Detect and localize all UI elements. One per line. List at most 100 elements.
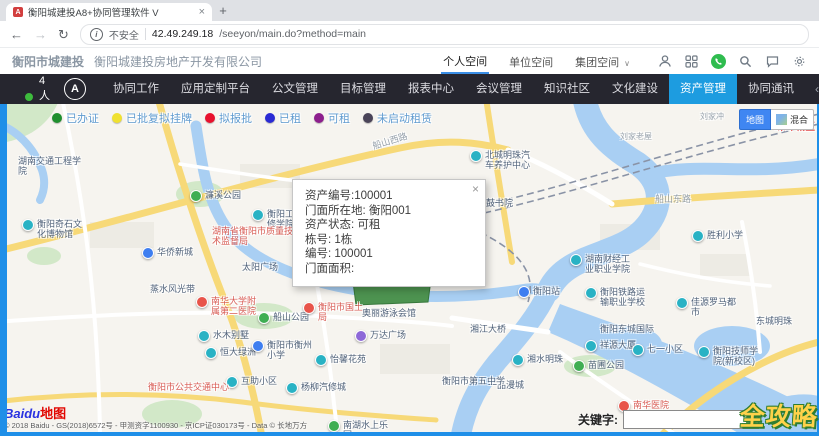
popup-line: 栋号: 1栋 xyxy=(305,233,353,246)
poi-marker-icon[interactable] xyxy=(355,330,367,342)
nav-item-label: 目标管理 xyxy=(340,83,386,95)
poi-text: 万达广场 xyxy=(370,330,407,340)
poi-text: 刘家老屋 xyxy=(620,132,652,141)
keyword-label: 关键字: xyxy=(578,413,618,427)
map-poi-label: 太阳广场 xyxy=(242,262,278,272)
map-poi-label: 怡馨花苑 xyxy=(315,354,366,366)
poi-text: 衡阳奇石文化博物馆 xyxy=(37,219,83,240)
legend-item: 可租 xyxy=(314,110,350,126)
poi-marker-icon[interactable] xyxy=(676,297,688,309)
poi-text: 怡馨花苑 xyxy=(330,354,367,364)
poi-marker-icon[interactable] xyxy=(22,219,34,231)
legend-label: 未启动租赁 xyxy=(377,113,432,125)
assistant-icon[interactable] xyxy=(657,54,672,69)
map-type-control: 地图 混合 xyxy=(738,109,814,130)
map-poi-label: 互助小区 xyxy=(226,376,277,388)
nav-item[interactable]: 资产管理 xyxy=(669,74,737,104)
tab-strip: A 衡阳城建投A8+协同管理软件 V × + xyxy=(0,0,819,21)
settings-gear-icon[interactable] xyxy=(792,54,807,69)
poi-text: 衡阳市第五中学 xyxy=(442,376,506,386)
map-type-hybrid-label: 混合 xyxy=(789,115,808,125)
popup-close-icon[interactable]: × xyxy=(472,183,479,195)
poi-marker-icon[interactable] xyxy=(205,347,217,359)
nav-item[interactable]: 协同工作 xyxy=(102,74,170,104)
poi-marker-icon[interactable] xyxy=(632,344,644,356)
poi-marker-icon[interactable] xyxy=(190,190,202,202)
nav-item[interactable]: 知识社区 xyxy=(533,74,601,104)
poi-text: 湘江大桥 xyxy=(470,324,507,334)
legend-item: 已批复拟挂牌 xyxy=(112,110,192,126)
reload-icon[interactable]: ↻ xyxy=(58,28,69,41)
tab-title: 衡阳城建投A8+协同管理软件 V xyxy=(28,8,159,19)
apps-grid-icon[interactable] xyxy=(684,54,699,69)
map-poi-label: 佳源罗马都市 xyxy=(676,297,742,318)
app-header: 衡阳市城建投 衡阳城建投房地产开发有限公司 个人空间 单位空间 集团空间 ∨ xyxy=(0,48,819,74)
map-poi-label: 衡阳市衡州小学 xyxy=(252,340,318,361)
poi-marker-icon[interactable] xyxy=(573,360,585,372)
poi-marker-icon[interactable] xyxy=(570,254,582,266)
site-info-icon[interactable]: i xyxy=(89,27,103,41)
nav-item[interactable]: 会议管理 xyxy=(465,74,533,104)
nav-item-label: 协同通讯 xyxy=(748,83,794,95)
poi-marker-icon[interactable] xyxy=(518,286,530,298)
online-status-dot xyxy=(24,92,34,102)
poi-marker-icon[interactable] xyxy=(512,354,524,366)
nav-item-label: 文化建设 xyxy=(612,83,658,95)
space-link-unit[interactable]: 单位空间 xyxy=(507,50,555,73)
poi-text: 衡阳东城国际 xyxy=(600,324,655,334)
browser-tab[interactable]: A 衡阳城建投A8+协同管理软件 V × xyxy=(6,3,212,21)
poi-text: 湖南省衡阳市质量技术监督局 xyxy=(212,226,294,247)
nav-prev-icon[interactable]: ‹ xyxy=(815,82,819,96)
map-poi-label: 苗圃公园 xyxy=(573,360,624,372)
map-poi-label: 胜利小学 xyxy=(692,230,743,242)
poi-marker-icon[interactable] xyxy=(252,340,264,352)
url-field[interactable]: i 不安全 42.49.249.18 /seeyon/main.do?metho… xyxy=(79,23,809,45)
user-avatar[interactable] xyxy=(10,78,34,102)
message-icon[interactable] xyxy=(765,54,780,69)
poi-marker-icon[interactable] xyxy=(258,312,270,324)
poi-marker-icon[interactable] xyxy=(142,247,154,259)
poi-marker-icon[interactable] xyxy=(470,150,482,162)
poi-marker-icon[interactable] xyxy=(585,340,597,352)
poi-marker-icon[interactable] xyxy=(252,209,264,221)
map-canvas[interactable]: 已办证 已批复拟挂牌 拟报批 已租 可租 未启动租赁 湖南交通工程学院 船山西路… xyxy=(0,104,819,436)
nav-item[interactable]: 文化建设 xyxy=(601,74,669,104)
nav-item[interactable]: 目标管理 xyxy=(329,74,397,104)
map-poi-label: 衡阳市第五中学 xyxy=(442,376,505,386)
nav-item[interactable]: 公文管理 xyxy=(261,74,329,104)
new-tab-button[interactable]: + xyxy=(212,3,234,21)
space-link-personal[interactable]: 个人空间 xyxy=(441,49,490,74)
poi-text: 船山东路 xyxy=(655,194,692,204)
chevron-down-icon: ∨ xyxy=(624,58,630,68)
search-icon[interactable] xyxy=(738,54,753,69)
map-type-hybrid-button[interactable]: 混合 xyxy=(770,109,814,130)
poi-marker-icon[interactable] xyxy=(328,420,340,432)
nav-item[interactable]: 协同通讯 xyxy=(737,74,805,104)
poi-text: 湖南财经工业职业学院 xyxy=(585,254,631,275)
legend-item: 拟报批 xyxy=(205,110,252,126)
poi-marker-icon[interactable] xyxy=(692,230,704,242)
map-poi-label: 衡阳铁路运输职业学校 xyxy=(585,287,651,308)
back-icon[interactable]: ← xyxy=(10,28,23,41)
phone-icon[interactable] xyxy=(711,53,726,69)
poi-marker-icon[interactable] xyxy=(286,382,298,394)
tab-close-icon[interactable]: × xyxy=(199,6,205,18)
address-bar: ← → ↻ i 不安全 42.49.249.18 /seeyon/main.do… xyxy=(0,21,819,48)
poi-marker-icon[interactable] xyxy=(196,296,208,308)
forward-icon[interactable]: → xyxy=(34,28,47,41)
legend-dot xyxy=(314,113,324,123)
nav-item[interactable]: 应用定制平台 xyxy=(170,74,261,104)
favicon-icon: A xyxy=(13,7,23,17)
poi-marker-icon[interactable] xyxy=(198,330,210,342)
poi-text: 东城明珠 xyxy=(756,316,793,326)
poi-marker-icon[interactable] xyxy=(303,302,315,314)
map-type-map-button[interactable]: 地图 xyxy=(738,109,771,130)
map-poi-label: 祥源大厦 xyxy=(585,340,636,352)
space-link-group[interactable]: 集团空间 ∨ xyxy=(573,50,632,73)
poi-marker-icon[interactable] xyxy=(315,354,327,366)
nav-item[interactable]: 报表中心 xyxy=(397,74,465,104)
poi-marker-icon[interactable] xyxy=(698,346,710,358)
poi-marker-icon[interactable] xyxy=(585,287,597,299)
legend-label: 拟报批 xyxy=(219,113,252,125)
seeyon-logo-icon[interactable]: A xyxy=(64,78,86,100)
